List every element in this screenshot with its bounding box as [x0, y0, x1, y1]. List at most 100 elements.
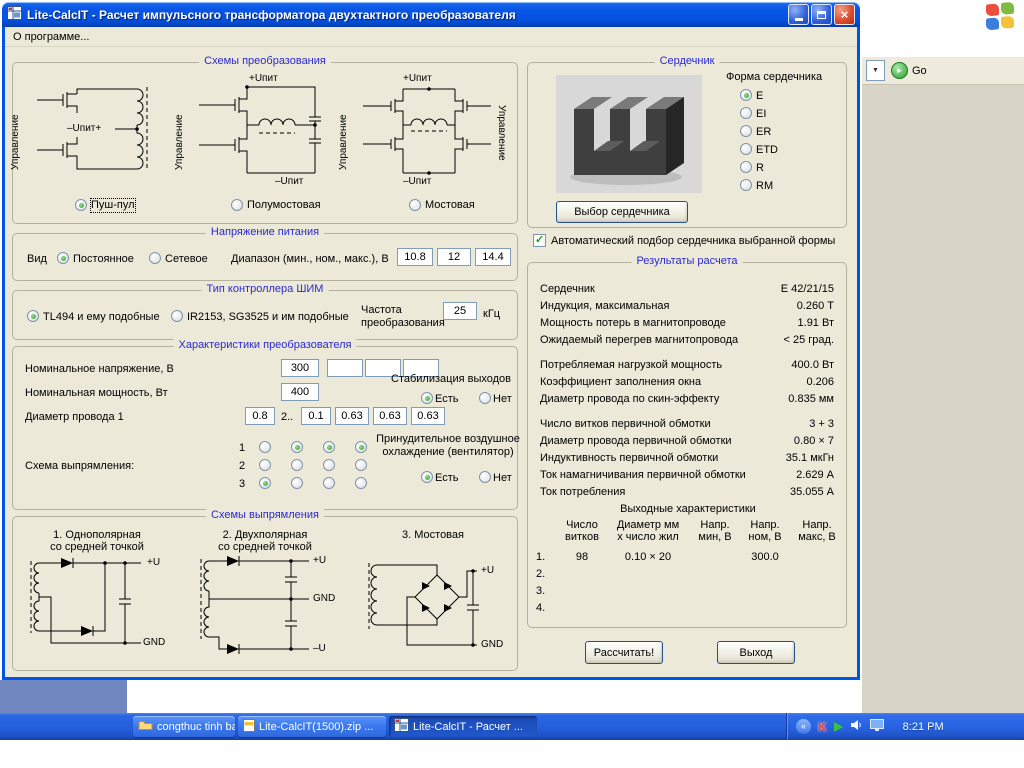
radio-core-rm-label[interactable]: RM	[756, 180, 773, 193]
logo-yellow-pane	[1001, 15, 1014, 29]
auto-core-label[interactable]: Автоматический подбор сердечника выбранн…	[551, 235, 835, 248]
radio-core-er-label[interactable]: ER	[756, 126, 771, 139]
maximize-button[interactable]	[811, 4, 832, 25]
radio-stab-no[interactable]	[479, 392, 491, 404]
frequency-input[interactable]	[443, 302, 477, 320]
freq-label-line1: Частота	[361, 304, 402, 316]
core-select-button[interactable]: Выбор сердечника	[556, 201, 688, 223]
rect-radio-r1c3[interactable]	[323, 441, 335, 453]
radio-core-e-label[interactable]: E	[756, 90, 763, 103]
play-tray-icon[interactable]	[833, 721, 843, 732]
diameter-input-4[interactable]	[373, 407, 407, 425]
radio-core-ei[interactable]	[740, 107, 752, 119]
taskbar-button-label: congthuc tinh bax	[157, 720, 235, 733]
radio-halfbridge[interactable]	[231, 199, 243, 211]
result-row: Мощность потерь в магнитопроводе 1.91 Вт	[540, 317, 834, 333]
radio-core-rm[interactable]	[740, 179, 752, 191]
radio-cooling-yes-label[interactable]: Есть	[435, 472, 458, 485]
rect-radio-r3c2[interactable]	[291, 477, 303, 489]
radio-halfbridge-label[interactable]: Полумостовая	[247, 199, 321, 212]
result-value: 2.629 А	[796, 469, 834, 481]
menu-about[interactable]: О программе...	[13, 31, 89, 43]
diameter-input-1[interactable]	[245, 407, 275, 425]
radio-core-etd[interactable]	[740, 143, 752, 155]
radio-pushpull[interactable]	[75, 199, 87, 211]
rect-radio-r2c3[interactable]	[323, 459, 335, 471]
range-label: Диапазон (мин., ном., макс.), В	[231, 253, 389, 265]
diameter-input-2[interactable]	[301, 407, 331, 425]
radio-ir2153[interactable]	[171, 310, 183, 322]
rect-radio-r1c4[interactable]	[355, 441, 367, 453]
window-body: О программе... Схемы преобразования Упра…	[2, 27, 860, 680]
radio-dc[interactable]	[57, 252, 69, 264]
pushpull-supply-label: –Uпит+	[67, 123, 102, 134]
taskbar-button-folder[interactable]: congthuc tinh bax	[133, 716, 235, 737]
rectifier2-svg	[200, 556, 309, 654]
results-group: Результаты расчета Сердечник E 42/21/15 И…	[527, 255, 847, 628]
rect-radio-r1c2[interactable]	[291, 441, 303, 453]
radio-bridge[interactable]	[409, 199, 421, 211]
result-value: 0.835 мм	[788, 393, 834, 405]
output-row-number: 2.	[536, 568, 546, 580]
calculate-button[interactable]: Рассчитать!	[585, 641, 663, 664]
output-row: 3.	[528, 585, 846, 599]
scheme2-title-line2: со средней точкой	[218, 541, 312, 553]
go-button[interactable]: ► Go	[891, 62, 927, 79]
close-button[interactable]: ×	[834, 4, 855, 25]
rect-radio-r3c4[interactable]	[355, 477, 367, 489]
tray-collapse-icon[interactable]: «	[796, 719, 811, 734]
output-row: 4.	[528, 602, 846, 616]
radio-cooling-no[interactable]	[479, 471, 491, 483]
taskbar-button-zip[interactable]: Lite-CalcIT(1500).zip ...	[238, 716, 386, 737]
radio-tl494-label[interactable]: TL494 и ему подобные	[43, 311, 160, 324]
radio-bridge-label[interactable]: Мостовая	[425, 199, 475, 212]
result-value: 0.80 × 7	[793, 435, 834, 447]
rect-radio-r1c1[interactable]	[259, 441, 271, 453]
radio-ac[interactable]	[149, 252, 161, 264]
auto-core-checkbox[interactable]	[533, 233, 546, 247]
radio-stab-yes-label[interactable]: Есть	[435, 393, 458, 406]
radio-stab-no-label[interactable]: Нет	[493, 393, 512, 406]
radio-ir2153-label[interactable]: IR2153, SG3525 и им подобные	[187, 311, 349, 324]
radio-ac-label[interactable]: Сетевое	[165, 253, 208, 266]
supply-min-input[interactable]	[397, 248, 433, 266]
supply-minus-label: –Uпит	[275, 176, 304, 187]
radio-core-ei-label[interactable]: EI	[756, 108, 766, 121]
minimize-button[interactable]	[788, 4, 809, 25]
supply-nom-input[interactable]	[437, 248, 471, 266]
radio-core-e[interactable]	[740, 89, 752, 101]
radio-core-etd-label[interactable]: ETD	[756, 144, 778, 157]
radio-cooling-yes[interactable]	[421, 471, 433, 483]
radio-core-er[interactable]	[740, 125, 752, 137]
rect-radio-r3c1[interactable]	[259, 477, 271, 489]
power-input[interactable]	[281, 383, 319, 401]
rect-radio-r2c4[interactable]	[355, 459, 367, 471]
radio-dc-label[interactable]: Постоянное	[73, 253, 134, 266]
rect-radio-r2c2[interactable]	[291, 459, 303, 471]
group-title: Схемы преобразования	[199, 55, 331, 67]
taskbar-button-app[interactable]: Lite-CalcIT - Расчет ...	[389, 716, 537, 737]
address-dropdown-button[interactable]: ▼	[866, 60, 885, 81]
voltage-input-1[interactable]	[281, 359, 319, 377]
conversion-schemes-group: Схемы преобразования Управление –Uпит+ У…	[10, 55, 518, 224]
radio-tl494[interactable]	[27, 310, 39, 322]
volume-tray-icon[interactable]	[850, 719, 863, 734]
radio-core-r[interactable]	[740, 161, 752, 173]
exit-button[interactable]: Выход	[717, 641, 795, 664]
radio-cooling-no-label[interactable]: Нет	[493, 472, 512, 485]
network-tray-icon[interactable]	[869, 719, 884, 734]
voltage-input-2[interactable]	[327, 359, 363, 377]
titlebar[interactable]: Lite-CalcIT - Расчет импульсного трансфо…	[2, 2, 860, 27]
diameter-input-3[interactable]	[335, 407, 369, 425]
chevron-down-icon: ▼	[872, 67, 879, 74]
diameter-input-5[interactable]	[411, 407, 445, 425]
antivirus-tray-icon[interactable]: K	[818, 720, 827, 734]
rect-radio-r3c3[interactable]	[323, 477, 335, 489]
radio-stab-yes[interactable]	[421, 392, 433, 404]
supply-max-input[interactable]	[475, 248, 511, 266]
radio-core-r-label[interactable]: R	[756, 162, 764, 175]
dialog-content: Схемы преобразования Управление –Uпит+ У…	[5, 47, 857, 677]
rect-radio-r2c1[interactable]	[259, 459, 271, 471]
radio-pushpull-label[interactable]: Пуш-пул	[90, 198, 136, 213]
logo-green-pane	[1001, 1, 1014, 15]
